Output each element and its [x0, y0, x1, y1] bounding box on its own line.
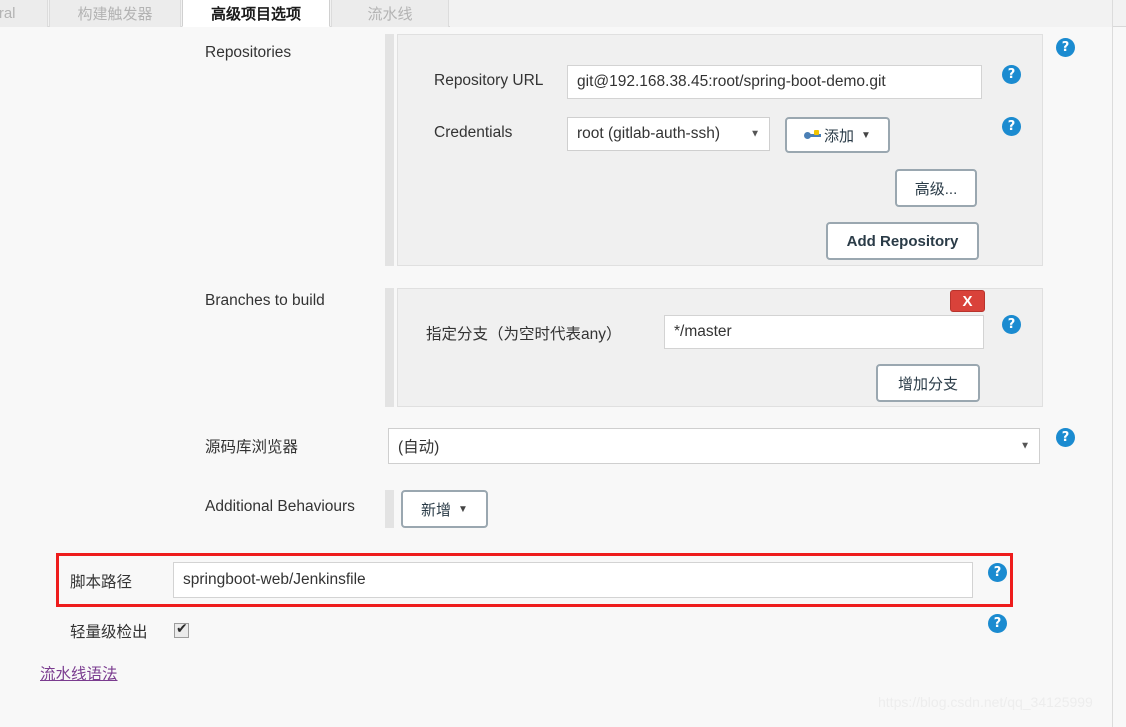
help-icon-script-path[interactable]: ? — [988, 563, 1007, 582]
branches-drag-handle[interactable] — [385, 288, 394, 407]
config-tab-bar: eral 构建触发器 高级项目选项 流水线 — [0, 0, 1126, 27]
script-path-input[interactable]: springboot-web/Jenkinsfile — [173, 562, 973, 598]
tab-build-triggers-label: 构建触发器 — [77, 6, 153, 23]
credentials-label: Credentials — [434, 124, 513, 141]
repository-url-input[interactable]: git@192.168.38.45:root/spring-boot-demo.… — [567, 65, 982, 99]
checkmark-icon: ✔ — [176, 620, 188, 636]
repository-advanced-button[interactable]: 高级... — [895, 169, 977, 207]
chevron-down-icon-add-credentials: ▼ — [861, 129, 871, 141]
lightweight-checkout-label: 轻量级检出 — [70, 624, 148, 641]
repository-browser-label: 源码库浏览器 — [205, 439, 299, 456]
branches-to-build-label: Branches to build — [205, 292, 325, 309]
tab-general-label: eral — [0, 5, 16, 22]
help-icon-credentials[interactable]: ? — [1002, 117, 1021, 136]
page-right-border — [1112, 0, 1113, 727]
tab-pipeline[interactable]: 流水线 — [331, 0, 449, 27]
key-icon — [804, 129, 822, 141]
repository-advanced-button-label: 高级... — [914, 180, 958, 198]
add-credentials-button[interactable]: 添加 ▼ — [785, 117, 890, 153]
credentials-select-value: root (gitlab-auth-ssh) — [577, 125, 721, 142]
additional-behaviours-drag-handle[interactable] — [385, 490, 394, 528]
add-repository-button-label: Add Repository — [846, 232, 959, 250]
add-branch-button[interactable]: 增加分支 — [876, 364, 980, 402]
tab-general[interactable]: eral — [0, 0, 48, 27]
branch-specifier-label: 指定分支（为空时代表any） — [426, 326, 622, 343]
repository-url-label: Repository URL — [434, 72, 544, 89]
lightweight-checkout-checkbox[interactable]: ✔ — [174, 620, 189, 638]
repository-browser-select-value: (自动) — [398, 439, 440, 456]
credentials-select[interactable]: root (gitlab-auth-ssh) ▼ — [567, 117, 770, 151]
help-icon-repositories[interactable]: ? — [1056, 38, 1075, 57]
tab-advanced-project-options-label: 高级项目选项 — [210, 5, 301, 23]
tab-advanced-project-options[interactable]: 高级项目选项 — [182, 0, 330, 27]
tab-build-triggers[interactable]: 构建触发器 — [49, 0, 181, 27]
chevron-down-icon-repository-browser: ▼ — [1020, 440, 1030, 452]
add-repository-button[interactable]: Add Repository — [826, 222, 979, 260]
delete-branch-button[interactable]: X — [950, 290, 985, 312]
jenkins-job-config-page: eral 构建触发器 高级项目选项 流水线 Repositories Repos… — [0, 0, 1126, 727]
help-icon-lightweight-checkout[interactable]: ? — [988, 614, 1007, 633]
add-credentials-button-label: 添加 — [824, 127, 855, 145]
repository-browser-select[interactable]: (自动) ▼ — [388, 428, 1040, 464]
add-behaviour-button[interactable]: 新增 ▼ — [401, 490, 488, 528]
watermark: https://blog.csdn.net/qq_34125999 — [878, 694, 1093, 710]
additional-behaviours-label: Additional Behaviours — [205, 498, 355, 515]
chevron-down-icon-add-behaviour: ▼ — [458, 503, 468, 515]
pipeline-syntax-link[interactable]: 流水线语法 — [40, 662, 118, 684]
branch-specifier-input[interactable]: */master — [664, 315, 984, 349]
chevron-down-icon-credentials: ▼ — [750, 128, 760, 140]
repositories-label: Repositories — [205, 44, 292, 61]
help-icon-repository-url[interactable]: ? — [1002, 65, 1021, 84]
repositories-drag-handle[interactable] — [385, 34, 394, 266]
help-icon-branch-specifier[interactable]: ? — [1002, 315, 1021, 334]
add-behaviour-button-label: 新增 — [421, 501, 452, 519]
add-branch-button-label: 增加分支 — [897, 375, 958, 393]
script-path-label: 脚本路径 — [70, 574, 133, 591]
tab-pipeline-label: 流水线 — [367, 6, 413, 23]
help-icon-repository-browser[interactable]: ? — [1056, 428, 1075, 447]
